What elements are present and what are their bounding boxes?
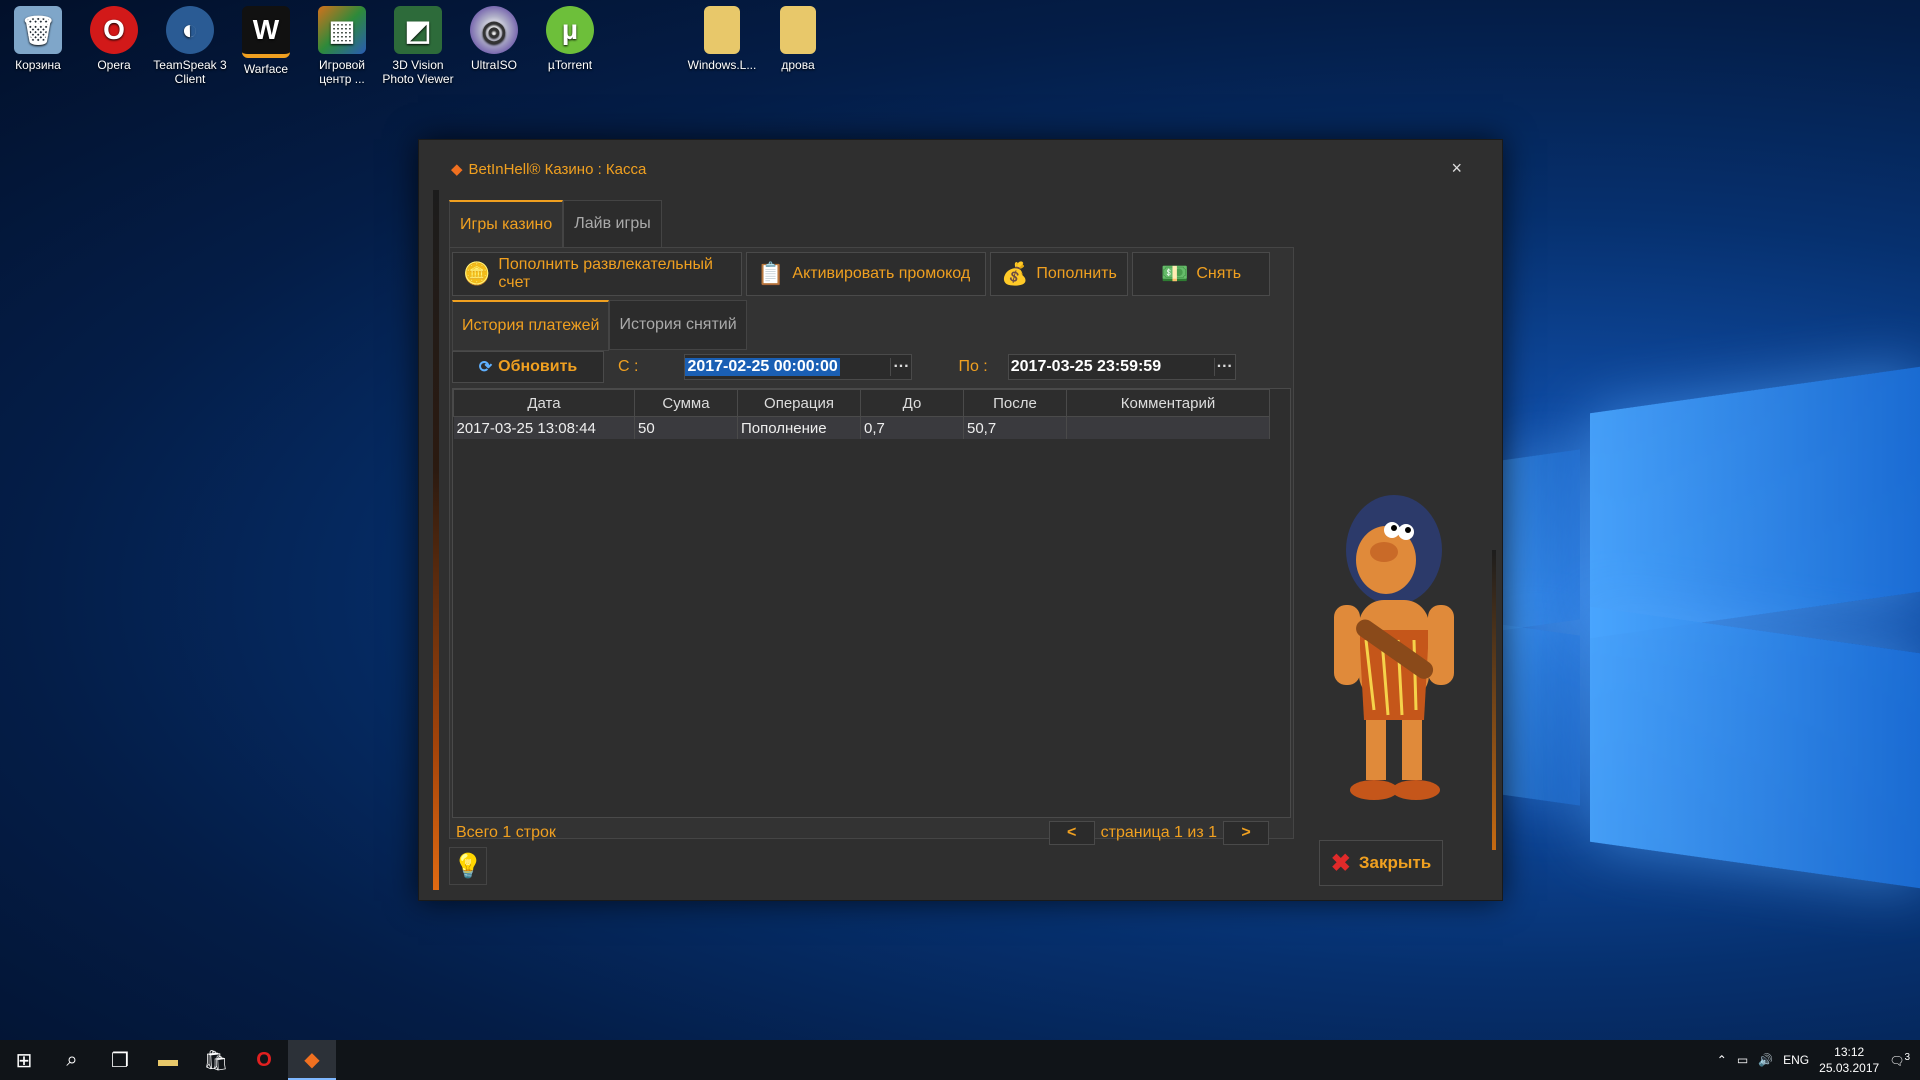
language-indicator[interactable]: ENG: [1783, 1053, 1809, 1067]
to-date-picker-button[interactable]: ···: [1213, 358, 1235, 376]
table-status-bar: Всего 1 строк < страница 1 из 1 >: [452, 818, 1289, 848]
fish-logo-icon: ◆: [451, 161, 463, 178]
table-header-row: Дата Сумма Операция До После Комментарий: [453, 389, 1270, 417]
deposit-fun-account-button[interactable]: 🪙 Пополнить развлекательный счет: [452, 252, 742, 296]
desktop-icon-game-center[interactable]: ▦ Игровой центр ...: [304, 6, 380, 86]
clock-time: 13:12: [1834, 1045, 1865, 1059]
tab-payment-history[interactable]: История платежей: [452, 300, 610, 351]
refresh-icon: ⟳: [478, 359, 493, 376]
col-operation[interactable]: Операция: [737, 389, 861, 417]
main-tabs: Игры казино Лайв игры: [449, 200, 662, 249]
page-indicator: страница 1 из 1: [1100, 824, 1217, 841]
warface-icon: W: [242, 6, 290, 58]
desktop-icon-ultraiso[interactable]: ◎ UltraISO: [456, 6, 532, 72]
from-date-value: 2017-02-25 00:00:00: [685, 358, 840, 376]
decorative-fire-strip: [1492, 550, 1496, 850]
task-view-icon[interactable]: ❐: [96, 1040, 144, 1080]
system-tray: ⌃ ▭ 🔊 ENG 13:12 25.03.2017 🗨3: [1717, 1044, 1920, 1076]
refresh-button[interactable]: ⟳ Обновить: [452, 351, 604, 383]
disc-icon: ◎: [470, 6, 518, 54]
tab-withdrawal-history[interactable]: История снятий: [609, 300, 747, 350]
close-button[interactable]: ✖ Закрыть: [1319, 840, 1443, 886]
coins-icon: 🪙: [463, 261, 491, 286]
tab-live-games[interactable]: Лайв игры: [563, 200, 662, 248]
notification-center-icon[interactable]: 🗨3: [1889, 1052, 1910, 1068]
cell-before: 0,7: [860, 416, 964, 439]
clock-date: 25.03.2017: [1819, 1061, 1880, 1075]
cashier-panel: 🪙 Пополнить развлекательный счет 📋 Актив…: [449, 247, 1294, 845]
to-date-value: 2017-03-25 23:59:59: [1010, 358, 1162, 375]
row-count: Всего 1 строк: [456, 824, 556, 841]
desktop-icon-opera[interactable]: O Opera: [76, 6, 152, 72]
close-x-icon: ✖: [1330, 849, 1351, 877]
cashier-toolbar: 🪙 Пополнить развлекательный счет 📋 Актив…: [452, 252, 1270, 296]
desktop-icon-folder-drova[interactable]: дрова: [760, 6, 836, 72]
notification-count: 3: [1904, 1052, 1910, 1063]
deposit-button[interactable]: 💰 Пополнить: [990, 252, 1128, 296]
to-date-input[interactable]: 2017-03-25 23:59:59 ···: [1007, 354, 1236, 380]
prev-page-button[interactable]: <: [1048, 821, 1095, 845]
folder-icon: [780, 6, 816, 54]
payments-table: Дата Сумма Операция До После Комментарий…: [452, 388, 1291, 818]
cell-amount: 50: [634, 416, 738, 439]
decorative-fire-strip: [433, 190, 439, 890]
teamspeak-icon: ◐: [166, 6, 214, 54]
folder-icon: [704, 6, 740, 54]
tab-casino-games[interactable]: Игры казино: [449, 200, 564, 249]
clipboard-check-icon: 📋: [757, 261, 785, 286]
store-icon[interactable]: 🛍: [192, 1040, 240, 1080]
col-comment[interactable]: Комментарий: [1066, 389, 1270, 417]
money-icon: 💵: [1160, 261, 1189, 286]
opera-icon: O: [90, 6, 138, 54]
col-after[interactable]: После: [963, 389, 1067, 417]
clock[interactable]: 13:12 25.03.2017: [1819, 1044, 1879, 1076]
file-explorer-icon[interactable]: ▬: [144, 1040, 192, 1080]
desktop-icon-utorrent[interactable]: µ µTorrent: [532, 6, 608, 72]
col-before[interactable]: До: [860, 389, 964, 417]
search-icon[interactable]: ⌕: [48, 1040, 96, 1080]
from-date-input[interactable]: 2017-02-25 00:00:00 ···: [684, 354, 913, 380]
cell-comment: [1066, 416, 1270, 439]
network-icon[interactable]: ▭: [1737, 1053, 1748, 1067]
desktop-icon-3d-vision[interactable]: ◩ 3D Vision Photo Viewer: [380, 6, 456, 86]
col-amount[interactable]: Сумма: [634, 389, 738, 417]
col-date[interactable]: Дата: [453, 389, 635, 417]
to-label: По :: [958, 358, 988, 375]
window-close-button[interactable]: ×: [1451, 158, 1462, 179]
casino-taskbar-icon[interactable]: ◆: [288, 1040, 336, 1080]
volume-icon[interactable]: 🔊: [1758, 1053, 1773, 1067]
from-date-picker-button[interactable]: ···: [890, 358, 911, 376]
cell-operation: Пополнение: [737, 416, 861, 439]
desktop-icon-folder-windows[interactable]: Windows.L...: [684, 6, 760, 72]
3d-vision-icon: ◩: [394, 6, 442, 54]
table-row[interactable]: 2017-03-25 13:08:44 50 Пополнение 0,7 50…: [453, 416, 1270, 439]
history-tabs: История платежей История снятий: [452, 300, 747, 351]
desktop-icon-teamspeak[interactable]: ◐ TeamSpeak 3 Client: [152, 6, 228, 86]
window-title: ◆ BetInHell® Казино : Касса: [451, 160, 647, 179]
cell-date: 2017-03-25 13:08:44: [453, 416, 635, 439]
coin-stack-add-icon: 💰: [1001, 261, 1029, 286]
from-label: С :: [618, 358, 639, 375]
taskbar: ⊞ ⌕ ❐ ▬ 🛍 O ◆ ⌃ ▭ 🔊 ENG 13:12 25.03.2017…: [0, 1040, 1920, 1080]
casino-cashier-window: ◆ BetInHell® Казино : Касса × Игры казин…: [418, 139, 1503, 901]
recycle-bin-icon: 🗑: [14, 6, 62, 54]
windows-logo-wallpaper: [1500, 360, 1920, 889]
lightbulb-icon[interactable]: 💡: [449, 847, 487, 885]
activate-promo-button[interactable]: 📋 Активировать промокод: [746, 252, 986, 296]
desktop-icon-recycle-bin[interactable]: 🗑 Корзина: [0, 6, 76, 72]
date-filter-bar: ⟳ Обновить С : 2017-02-25 00:00:00 ··· П…: [452, 350, 1289, 384]
start-button[interactable]: ⊞: [0, 1040, 48, 1080]
desktop-icon-warface[interactable]: W Warface: [228, 6, 304, 76]
next-page-button[interactable]: >: [1223, 821, 1269, 845]
withdraw-button[interactable]: 💵 Снять: [1132, 252, 1270, 296]
chevron-up-icon[interactable]: ⌃: [1717, 1053, 1727, 1067]
game-center-icon: ▦: [318, 6, 366, 54]
cell-after: 50,7: [963, 416, 1067, 439]
utorrent-icon: µ: [546, 6, 594, 54]
opera-taskbar-icon[interactable]: O: [240, 1040, 288, 1080]
caveman-mascot: [1334, 495, 1454, 800]
pager: < страница 1 из 1 >: [1048, 821, 1269, 845]
